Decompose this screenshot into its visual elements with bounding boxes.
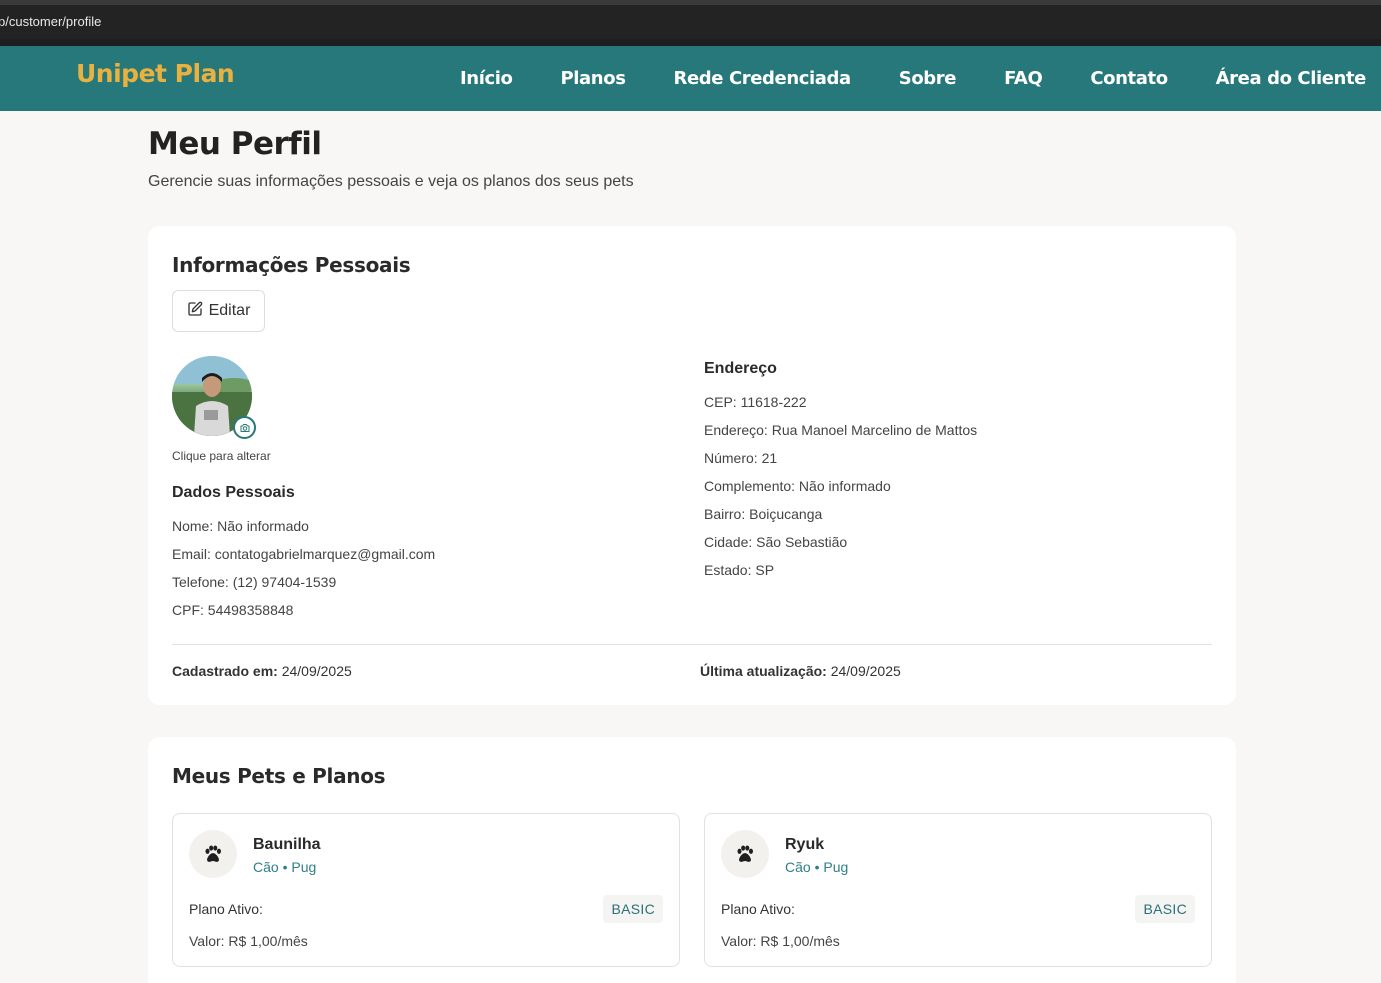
pet-species: Cão • Pug [785, 859, 849, 875]
nav-link-area-do-cliente[interactable]: Área do Cliente [1192, 68, 1381, 89]
field-numero: Número: 21 [704, 450, 778, 466]
plan-badge: BASIC [1135, 895, 1195, 923]
paw-icon [721, 830, 769, 878]
plan-price: Valor: R$ 1,00/mês [189, 933, 308, 949]
pet-species: Cão • Pug [253, 859, 317, 875]
nav-link-planos[interactable]: Planos [537, 68, 650, 89]
edit-button[interactable]: Editar [172, 290, 265, 332]
plan-price: Valor: R$ 1,00/mês [721, 933, 840, 949]
page-title: Meu Perfil [148, 126, 322, 162]
avatar-hint: Clique para alterar [172, 449, 271, 463]
nav-link-inicio[interactable]: Início [436, 68, 537, 89]
field-complemento: Complemento: Não informado [704, 478, 891, 494]
pet-card[interactable]: Baunilha Cão • Pug Plano Ativo: BASIC Va… [172, 813, 680, 967]
dados-pessoais-title: Dados Pessoais [172, 484, 295, 501]
field-telefone: Telefone: (12) 97404-1539 [172, 574, 337, 590]
nav-link-faq[interactable]: FAQ [980, 68, 1066, 89]
edit-button-label: Editar [208, 302, 251, 319]
avatar-upload[interactable] [172, 356, 256, 439]
personal-info-title: Informações Pessoais [172, 253, 411, 277]
field-endereco: Endereço: Rua Manoel Marcelino de Mattos [704, 422, 978, 438]
url-text: p/customer/profile [0, 14, 102, 29]
created-label: Cadastrado em: [172, 663, 278, 679]
field-email: Email: contatogabrielmarquez@gmail.com [172, 546, 436, 562]
page-subtitle: Gerencie suas informações pessoais e vej… [148, 173, 634, 190]
field-cep: CEP: 11618-222 [704, 394, 807, 410]
plan-label: Plano Ativo: [189, 901, 263, 917]
plan-badge: BASIC [603, 895, 663, 923]
pet-name: Baunilha [253, 836, 321, 853]
nav-link-contato[interactable]: Contato [1066, 68, 1191, 89]
updated-label: Última atualização: [700, 663, 827, 679]
camera-icon[interactable] [233, 416, 256, 439]
created-value: 24/09/2025 [281, 663, 352, 679]
pet-name: Ryuk [785, 836, 825, 853]
field-estado: Estado: SP [704, 562, 775, 578]
pet-card[interactable]: Ryuk Cão • Pug Plano Ativo: BASIC Valor:… [704, 813, 1212, 967]
section-divider [172, 644, 1212, 645]
main-navbar: Unipet Plan Início Planos Rede Credencia… [0, 46, 1381, 111]
paw-icon [189, 830, 237, 878]
nav-link-sobre[interactable]: Sobre [875, 68, 980, 89]
edit-icon [187, 301, 203, 322]
field-cidade: Cidade: São Sebastião [704, 534, 848, 550]
field-bairro: Bairro: Boiçucanga [704, 506, 823, 522]
plan-label: Plano Ativo: [721, 901, 795, 917]
browser-divider [0, 39, 1381, 46]
pets-plans-title: Meus Pets e Planos [172, 764, 386, 788]
pets-plans-card: Meus Pets e Planos Baunilha Cão • Pug Pl… [148, 737, 1236, 983]
nav-link-rede-credenciada[interactable]: Rede Credenciada [650, 68, 875, 89]
updated-date: Última atualização: 24/09/2025 [700, 663, 901, 679]
field-cpf: CPF: 54498358848 [172, 602, 294, 618]
site-logo[interactable]: Unipet Plan [76, 59, 235, 88]
personal-info-card: Informações Pessoais Editar Clique para … [148, 226, 1236, 705]
address-bar[interactable]: p/customer/profile [0, 5, 1381, 39]
endereco-title: Endereço [704, 360, 777, 377]
nav-links: Início Planos Rede Credenciada Sobre FAQ… [436, 46, 1381, 111]
created-date: Cadastrado em: 24/09/2025 [172, 663, 352, 679]
field-nome: Nome: Não informado [172, 518, 309, 534]
updated-value: 24/09/2025 [830, 663, 901, 679]
